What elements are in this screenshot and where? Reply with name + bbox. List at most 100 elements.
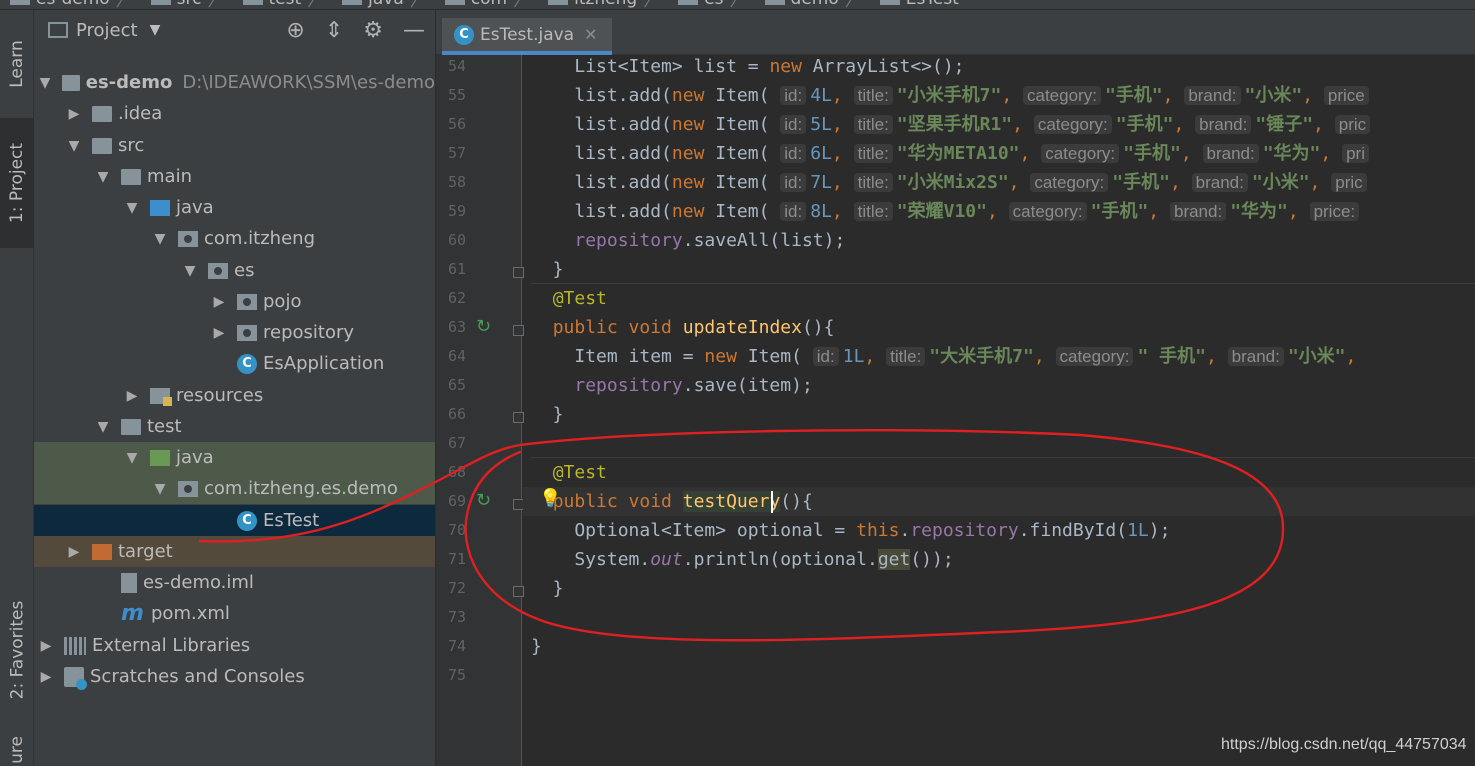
breadcrumb-item[interactable]: es-demo 〉 <box>0 0 133 9</box>
code-line[interactable]: list.add(new Item( id: 7L, title: "小米Mix2S… <box>523 168 1475 197</box>
folder-icon <box>121 168 141 185</box>
collapsed-arrow-icon[interactable]: ▶ <box>38 638 54 654</box>
breadcrumb-item[interactable]: test 〉 <box>233 0 324 9</box>
collapsed-arrow-icon[interactable]: ▶ <box>38 669 54 685</box>
tree-item-es-demo-iml[interactable]: es-demo.iml <box>34 567 435 598</box>
tree-item-pom-xml[interactable]: m pom.xml <box>34 598 435 629</box>
text-caret <box>771 491 773 513</box>
code-line[interactable]: Optional<Item> optional = this.repositor… <box>523 516 1475 545</box>
code-line[interactable]: @Test <box>523 458 1475 487</box>
hide-icon[interactable]: — <box>403 18 425 43</box>
code-line[interactable]: Item item = new Item( id: 1L, title: "大米手机… <box>523 342 1475 371</box>
tree-item-pojo[interactable]: ▶ pojo <box>34 286 435 317</box>
expanded-arrow-icon[interactable]: ▼ <box>152 231 168 247</box>
code-line[interactable]: public void updateIndex(){ <box>523 313 1475 342</box>
run-test-icon[interactable]: ↻ <box>476 316 491 337</box>
tree-item-idea[interactable]: ▶ .idea <box>34 98 435 129</box>
tree-item-external-libraries[interactable]: ▶ External Libraries <box>34 630 435 661</box>
tree-item-com-itzheng[interactable]: ▼ com.itzheng <box>34 223 435 254</box>
expanded-arrow-icon[interactable]: ▼ <box>124 450 140 466</box>
tree-item-src[interactable]: ▼ src <box>34 130 435 161</box>
expanded-arrow-icon[interactable]: ▼ <box>95 419 111 435</box>
code-line[interactable]: public void testQuery(){ <box>523 487 1475 516</box>
parameter-hint: title: <box>886 347 926 366</box>
code-line[interactable]: List<Item> list = new ArrayList<>(); <box>523 55 1475 81</box>
learn-tool-tab[interactable]: Learn <box>0 24 34 104</box>
code-line[interactable]: list.add(new Item( id: 5L, title: "坚果手机R1"… <box>523 110 1475 139</box>
tree-item-label: EsApplication <box>263 353 385 374</box>
parameter-hint: brand: <box>1227 347 1284 366</box>
tree-item-com-itzheng-es-demo[interactable]: ▼ com.itzheng.es.demo <box>34 473 435 504</box>
chevron-down-icon[interactable]: ▼ <box>150 22 161 38</box>
code-line[interactable]: list.add(new Item( id: 6L, title: "华为META1… <box>523 139 1475 168</box>
expanded-arrow-icon[interactable]: ▼ <box>66 138 82 154</box>
line-number: 69 <box>447 492 466 510</box>
collapsed-arrow-icon[interactable]: ▶ <box>66 544 82 560</box>
expanded-arrow-icon[interactable]: ▼ <box>182 263 198 279</box>
parameter-hint: price <box>1323 86 1369 105</box>
breadcrumb-label: EsTest <box>906 0 959 9</box>
code-line[interactable]: System.out.println(optional.get()); <box>523 545 1475 574</box>
collapsed-arrow-icon[interactable]: ▶ <box>211 325 227 341</box>
folder-icon <box>121 418 141 435</box>
tree-item-java[interactable]: ▼ java <box>34 442 435 473</box>
left-tool-strip: Learn 1: Project 2: Favorites ure <box>0 10 34 766</box>
expanded-arrow-icon[interactable]: ▼ <box>152 481 168 497</box>
code-line[interactable]: } <box>523 632 1475 661</box>
collapsed-arrow-icon[interactable]: ▶ <box>66 106 82 122</box>
collapsed-arrow-icon[interactable]: ▶ <box>124 388 140 404</box>
close-icon[interactable]: ✕ <box>584 25 597 44</box>
tree-item-es-demo[interactable]: ▼ es-demo D:\IDEAWORK\SSM\es-demo <box>34 67 435 98</box>
expanded-arrow-icon[interactable]: ▼ <box>38 75 52 91</box>
crosshair-icon[interactable]: ⊕ <box>286 18 304 43</box>
breadcrumb-label: es-demo <box>36 0 110 9</box>
breadcrumb-item[interactable]: demo 〉 <box>755 0 862 9</box>
breadcrumb-label: demo <box>791 0 839 9</box>
collapsed-arrow-icon[interactable]: ▶ <box>211 294 227 310</box>
tree-item-estest[interactable]: C EsTest <box>34 505 435 536</box>
breadcrumb-item[interactable]: EsTest <box>870 0 959 9</box>
breadcrumb-item[interactable]: java 〉 <box>332 0 427 9</box>
run-test-icon[interactable]: ↻ <box>476 490 491 511</box>
breadcrumb-item[interactable]: itzheng 〉 <box>538 0 660 9</box>
breadcrumb-label: test <box>269 0 302 9</box>
code-line[interactable]: } <box>523 255 1475 284</box>
gear-icon[interactable]: ⚙ <box>363 18 383 43</box>
tree-item-java[interactable]: ▼ java <box>34 192 435 223</box>
tab-estest-java[interactable]: C EsTest.java ✕ <box>442 18 612 55</box>
code-line[interactable]: @Test <box>523 284 1475 313</box>
code-line[interactable]: repository.save(item); <box>523 371 1475 400</box>
tree-item-test[interactable]: ▼ test <box>34 411 435 442</box>
project-tool-tab[interactable]: 1: Project <box>0 118 34 248</box>
structure-tool-tab[interactable]: ure <box>0 730 34 766</box>
code-line[interactable]: list.add(new Item( id: 8L, title: "荣耀V10",… <box>523 197 1475 226</box>
tree-item-es[interactable]: ▼ es <box>34 255 435 286</box>
favorites-tool-tab[interactable]: 2: Favorites <box>0 585 34 715</box>
breadcrumb-item[interactable]: src 〉 <box>141 0 225 9</box>
tree-item-main[interactable]: ▼ main <box>34 161 435 192</box>
project-panel-title[interactable]: Project <box>76 20 138 41</box>
tree-item-resources[interactable]: ▶ resources <box>34 380 435 411</box>
code-editor[interactable]: List<Item> list = new ArrayList<>(); lis… <box>523 55 1475 766</box>
tree-item-esapplication[interactable]: C EsApplication <box>34 348 435 379</box>
tab-label: EsTest.java <box>480 24 575 45</box>
expanded-arrow-icon[interactable]: ▼ <box>95 169 111 185</box>
collapse-all-icon[interactable]: ⇕ <box>325 18 343 43</box>
code-line[interactable]: } <box>523 400 1475 429</box>
line-number: 62 <box>447 289 466 307</box>
parameter-hint: category: <box>1041 144 1120 163</box>
code-line[interactable]: } <box>523 574 1475 603</box>
parameter-hint: id: <box>780 202 807 221</box>
breadcrumb-item[interactable]: es 〉 <box>668 0 747 9</box>
breadcrumb-item[interactable]: com 〉 <box>435 0 530 9</box>
lightbulb-icon[interactable]: 💡 <box>539 488 561 509</box>
tree-item-label: pojo <box>263 291 302 312</box>
tree-item-target[interactable]: ▶ target <box>34 536 435 567</box>
code-line[interactable]: repository.saveAll(list); <box>523 226 1475 255</box>
tree-item-repository[interactable]: ▶ repository <box>34 317 435 348</box>
code-line[interactable]: list.add(new Item( id: 4L, title: "小米手机7",… <box>523 81 1475 110</box>
class-icon: C <box>237 510 257 531</box>
expanded-arrow-icon[interactable]: ▼ <box>124 200 140 216</box>
line-number: 56 <box>447 115 466 133</box>
tree-item-scratches-and-consoles[interactable]: ▶ Scratches and Consoles <box>34 661 435 692</box>
